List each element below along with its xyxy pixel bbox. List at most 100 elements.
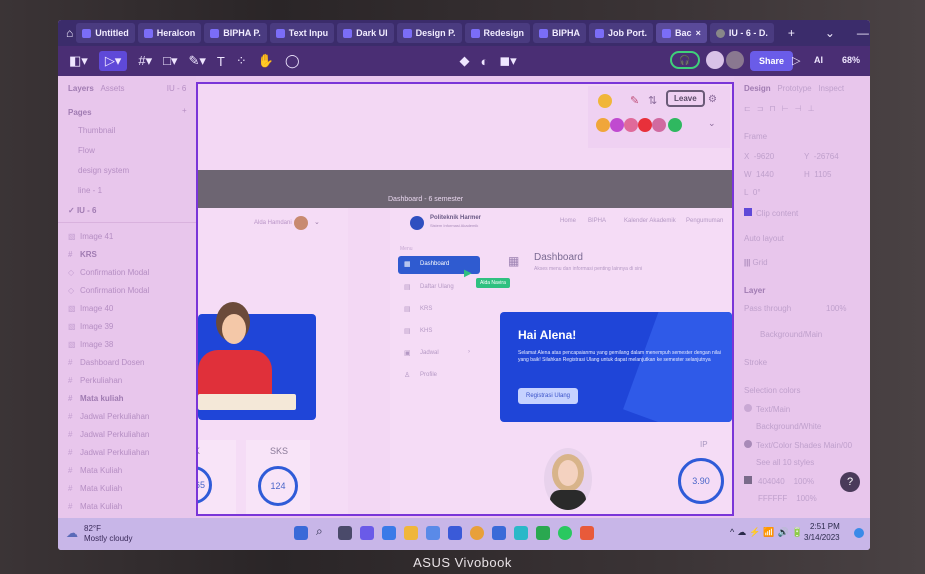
ai-button[interactable]: AI	[814, 55, 823, 65]
clip-content-checkbox[interactable]: Clip content	[744, 208, 798, 218]
page-item[interactable]: design system	[78, 166, 129, 175]
avatar[interactable]	[726, 51, 744, 69]
alignment-icons[interactable]: ⊏⊐⊓⊢⊣⊥	[744, 104, 821, 113]
headphones-icon[interactable]: 🎧	[670, 51, 700, 69]
grid-row[interactable]: ||| Grid	[744, 258, 768, 267]
see-all-styles-link[interactable]: See all 10 styles	[756, 458, 814, 467]
clock-date[interactable]: 3/14/2023	[804, 533, 840, 542]
page-item[interactable]: Flow	[78, 146, 95, 155]
help-icon[interactable]: ?	[840, 472, 860, 492]
tab-text-input[interactable]: Text Inpu	[269, 23, 335, 43]
weather-desc[interactable]: Mostly cloudy	[84, 534, 132, 543]
y-field[interactable]: Y -26764	[804, 152, 839, 161]
opacity-field[interactable]: 100%	[826, 304, 846, 313]
page-item-active[interactable]: ✓ IU - 6	[68, 206, 97, 215]
excel-icon[interactable]	[536, 526, 550, 540]
sidebar-item-daftar-ulang[interactable]: ▤ Daftar Ulang	[398, 280, 480, 296]
tab-prototype[interactable]: Prototype	[777, 84, 811, 93]
windows-start-icon[interactable]	[294, 526, 308, 540]
layer-item[interactable]: # Mata Kuliah	[68, 484, 122, 493]
rotation-field[interactable]: L 0°	[744, 188, 761, 197]
tab-bipha[interactable]: BIPHA	[533, 23, 587, 43]
avatar[interactable]	[610, 118, 624, 132]
layer-item[interactable]: ◇ Confirmation Modal	[68, 268, 149, 277]
layer-item[interactable]: # KRS	[68, 250, 97, 259]
design-canvas[interactable]: ✎ ⇅ Leave ⚙ ⌄ Dashboard - 6 semester Ald…	[196, 82, 734, 516]
avatar[interactable]	[624, 118, 638, 132]
text-tool-icon[interactable]: T	[217, 54, 225, 69]
stroke-row[interactable]: Stroke	[744, 358, 767, 367]
frame-tool-icon[interactable]: #▾	[138, 53, 152, 69]
hand-tool-icon[interactable]: ✋	[258, 53, 274, 69]
notification-icon[interactable]	[854, 528, 864, 538]
layer-item[interactable]: ▧ Image 41	[68, 232, 113, 241]
layer-item[interactable]: ▧ Image 40	[68, 304, 113, 313]
layer-item[interactable]: # Perkuliahan	[68, 376, 122, 385]
tab-design[interactable]: Design	[744, 84, 771, 93]
comment-tool-icon[interactable]: ◯	[285, 53, 300, 69]
share-button[interactable]: Share	[750, 51, 794, 71]
home-icon[interactable]: ⌂	[66, 26, 73, 40]
sidebar-item-khs[interactable]: ▤ KHS	[398, 324, 480, 340]
hex-color-row[interactable]: FFFFFF 100%	[758, 494, 817, 503]
tab-assets[interactable]: Assets	[100, 84, 124, 93]
clock-time[interactable]: 2:51 PM	[810, 522, 840, 531]
layer-item[interactable]: # Jadwal Perkuliahan	[68, 430, 149, 439]
layer-item[interactable]: # Jadwal Perkuliahan	[68, 448, 149, 457]
vscode-icon[interactable]	[448, 526, 462, 540]
word-icon[interactable]	[492, 526, 506, 540]
layer-item[interactable]: ▧ Image 38	[68, 340, 113, 349]
tab-heralcon[interactable]: Heralcon	[137, 23, 202, 43]
blend-mode-dropdown[interactable]: Pass through	[744, 304, 791, 313]
settings-icon[interactable]: ⚙	[708, 94, 717, 105]
color-style[interactable]: Text/Main	[744, 404, 790, 414]
tab-layers[interactable]: Layers	[68, 84, 94, 93]
layer-item[interactable]: # Jadwal Perkuliahan	[68, 412, 149, 421]
frame-dropdown[interactable]: Frame	[744, 132, 767, 141]
page-item[interactable]: Thumbnail	[78, 126, 115, 135]
pencil-icon[interactable]: ✎	[630, 94, 639, 107]
avatar[interactable]	[598, 94, 612, 108]
component-icon[interactable]: ◆	[460, 53, 470, 69]
hex-color-row[interactable]: 404040 100%	[744, 476, 814, 486]
frame-dashboard[interactable]: Politeknik Harmer Sistem Informasi Akade…	[390, 208, 732, 514]
leave-button[interactable]: Leave	[666, 90, 705, 107]
fill-style[interactable]: Background/Main	[760, 330, 822, 339]
spotify-icon[interactable]	[558, 526, 572, 540]
layer-item[interactable]: ▧ Image 39	[68, 322, 113, 331]
pen-tool-icon[interactable]: ✎▾	[189, 53, 206, 69]
weather-temp[interactable]: 82°F	[84, 524, 101, 533]
sidebar-item-jadwal[interactable]: ▣ Jadwal ›	[398, 346, 480, 362]
nav-kalender[interactable]: Kalender Akademik	[624, 218, 676, 224]
layer-item[interactable]: # Mata Kuliah	[68, 502, 122, 511]
auto-layout-row[interactable]: Auto layout	[744, 234, 784, 243]
page-item[interactable]: line - 1	[78, 186, 102, 195]
tab-bac[interactable]: Bac ×	[656, 23, 707, 43]
chevron-down-icon[interactable]: ⌄	[708, 118, 716, 129]
add-tab-icon[interactable]: +	[788, 26, 795, 40]
edge-icon[interactable]	[382, 526, 396, 540]
color-style[interactable]: Text/Color Shades Main/00	[744, 440, 852, 450]
zoom-dropdown[interactable]: 68%	[842, 55, 860, 65]
avatar[interactable]	[596, 118, 610, 132]
avatar[interactable]	[668, 118, 682, 132]
frame-label[interactable]: Dashboard - 6 semester	[388, 196, 463, 203]
avatar[interactable]	[638, 118, 652, 132]
resources-icon[interactable]: ⁘	[236, 53, 247, 69]
shape-tool-icon[interactable]: □▾	[163, 53, 177, 69]
settings-icon[interactable]	[426, 526, 440, 540]
chevron-down-icon[interactable]: ⌄	[314, 218, 320, 226]
main-menu-icon[interactable]: ◧▾	[69, 53, 88, 69]
nav-bipha[interactable]: BIPHA	[588, 218, 606, 224]
tab-untitled[interactable]: Untitled	[76, 23, 135, 43]
avatar[interactable]	[706, 51, 724, 69]
system-tray-icons[interactable]: ^☁⚡📶🔊🔋	[730, 527, 806, 538]
layer-item[interactable]: ◇ Confirmation Modal	[68, 286, 149, 295]
tab-dark-ui[interactable]: Dark UI	[337, 23, 394, 43]
avatar[interactable]	[652, 118, 666, 132]
registrasi-button[interactable]: Registrasi Ulang	[518, 388, 579, 404]
tab-design-p[interactable]: Design P.	[396, 23, 462, 43]
layer-item[interactable]: # Mata Kuliah	[68, 466, 122, 475]
sort-icon[interactable]: ⇅	[648, 94, 657, 107]
layer-item[interactable]: # Dashboard Dosen	[68, 358, 144, 367]
